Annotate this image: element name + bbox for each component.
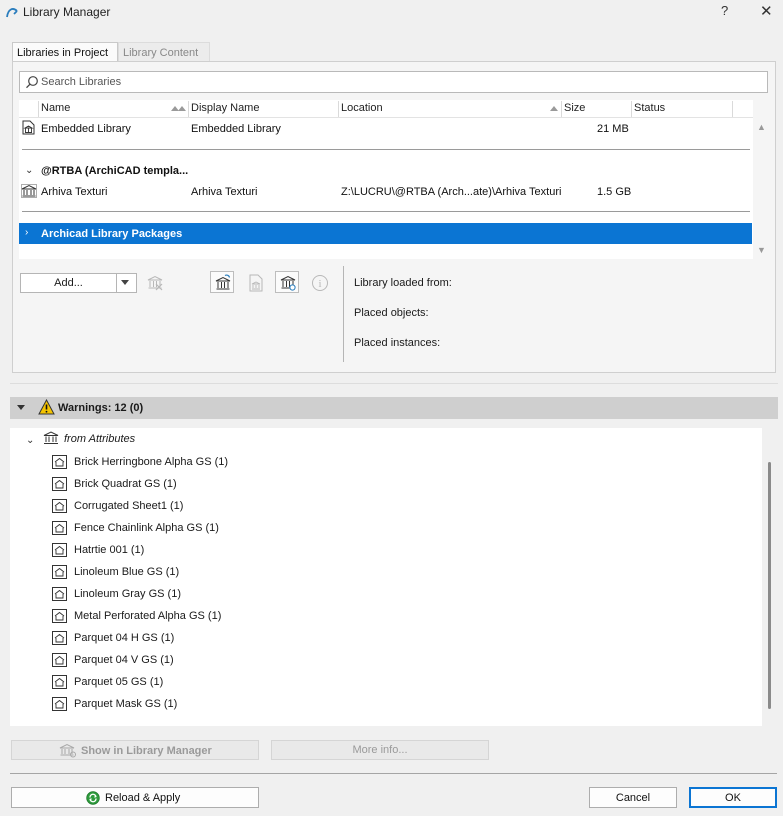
row-divider (22, 211, 750, 212)
warnings-scrollbar[interactable] (768, 462, 771, 709)
column-separator (732, 101, 733, 117)
add-dropdown-divider (116, 274, 117, 292)
remove-library-icon (147, 275, 163, 291)
row-display-name: Arhiva Texturi (191, 186, 258, 198)
column-separator (631, 101, 632, 117)
reload-icon (86, 791, 100, 805)
library-loaded-from-label: Library loaded from: (354, 277, 452, 289)
cancel-button[interactable]: Cancel (589, 787, 677, 808)
placed-objects-label: Placed objects: (354, 307, 429, 319)
library-show-icon (59, 743, 76, 758)
texture-file-icon (52, 543, 67, 557)
library-packages-label: Archicad Library Packages (41, 228, 183, 240)
texture-file-icon (52, 521, 67, 535)
row-location: Z:\LUCRU\@RTBA (Arch...ate)\Arhiva Textu… (341, 186, 562, 198)
library-group-label[interactable]: @RTBA (ArchiCAD templa... (41, 165, 188, 177)
library-settings-button[interactable] (275, 271, 299, 293)
tab-library-content[interactable]: Library Content (118, 42, 210, 62)
column-separator (338, 101, 339, 117)
linked-library-icon (21, 184, 37, 198)
add-library-label: Add... (54, 277, 83, 289)
warnings-count-label: Warnings: 12 (0) (58, 402, 144, 414)
library-settings-icon (280, 275, 296, 291)
tab-libraries-in-project[interactable]: Libraries in Project (12, 42, 118, 62)
window-title: Library Manager (23, 5, 111, 19)
panel-divider (10, 383, 778, 384)
column-header-display-name[interactable]: Display Name (191, 102, 259, 114)
scroll-up-icon[interactable]: ▲ (757, 122, 766, 132)
library-file-icon (249, 274, 263, 292)
row-display-name: Embedded Library (191, 123, 281, 135)
info-button[interactable]: i (307, 271, 331, 293)
column-header-name[interactable]: Name (41, 102, 70, 114)
column-separator (188, 101, 189, 117)
column-separator (561, 101, 562, 117)
warning-item-label: Fence Chainlink Alpha GS (1) (74, 522, 219, 534)
search-icon (26, 76, 38, 89)
warning-item-label: Parquet 05 GS (1) (74, 676, 164, 688)
footer-divider (10, 773, 777, 774)
column-header-size[interactable]: Size (564, 102, 585, 114)
warning-icon (38, 399, 55, 415)
texture-file-icon (52, 697, 67, 711)
help-button[interactable]: ? (721, 3, 728, 18)
dropdown-arrow-icon[interactable] (121, 280, 129, 285)
texture-file-icon (52, 565, 67, 579)
scroll-down-icon[interactable]: ▼ (757, 245, 766, 255)
more-info-button[interactable]: More info... (271, 740, 489, 760)
archicad-logo-icon (6, 8, 18, 18)
collapse-caret-icon[interactable] (17, 405, 25, 410)
embedded-library-icon (22, 120, 35, 135)
svg-text:i: i (318, 278, 321, 290)
title-bar (0, 0, 783, 24)
library-file-button[interactable] (243, 271, 267, 293)
library-reload-icon (215, 274, 231, 290)
texture-file-icon (52, 587, 67, 601)
show-in-library-manager-label: Show in Library Manager (81, 745, 212, 757)
warning-item-label: Corrugated Sheet1 (1) (74, 500, 184, 512)
column-header-location[interactable]: Location (341, 102, 383, 114)
library-icon (43, 431, 59, 444)
sort-arrow-icon (178, 106, 186, 111)
texture-file-icon (52, 653, 67, 667)
chevron-down-icon[interactable]: ⌄ (25, 165, 33, 176)
row-name[interactable]: Arhiva Texturi (41, 186, 107, 198)
chevron-down-icon[interactable]: ⌄ (26, 435, 34, 446)
row-divider (22, 149, 750, 150)
reload-apply-button[interactable]: Reload & Apply (11, 787, 259, 808)
texture-file-icon (52, 675, 67, 689)
texture-file-icon (52, 609, 67, 623)
warning-item-label: Hatrtie 001 (1) (74, 544, 145, 556)
texture-file-icon (52, 631, 67, 645)
row-name[interactable]: Embedded Library (41, 123, 131, 135)
column-header-status[interactable]: Status (634, 102, 665, 114)
texture-file-icon (52, 477, 67, 491)
search-input[interactable] (41, 73, 761, 91)
reload-library-button[interactable] (210, 271, 234, 293)
row-size: 21 MB (597, 123, 629, 135)
warning-item-label: Parquet 04 V GS (1) (74, 654, 174, 666)
warning-item-label: Parquet Mask GS (1) (74, 698, 178, 710)
chevron-right-icon[interactable]: › (25, 227, 28, 238)
info-icon: i (312, 275, 328, 291)
reload-apply-label: Reload & Apply (105, 792, 181, 804)
sort-arrow-icon (550, 106, 558, 111)
placed-instances-label: Placed instances: (354, 337, 441, 349)
remove-library-button[interactable] (142, 271, 166, 293)
column-separator (38, 101, 39, 117)
close-button[interactable]: ✕ (760, 2, 773, 20)
texture-file-icon (52, 499, 67, 513)
warning-item-label: Linoleum Gray GS (1) (74, 588, 181, 600)
warning-item-label: Parquet 04 H GS (1) (74, 632, 175, 644)
warning-item-label: Brick Herringbone Alpha GS (1) (74, 456, 229, 468)
info-divider (343, 266, 344, 362)
show-in-library-manager-button[interactable]: Show in Library Manager (11, 740, 259, 760)
row-size: 1.5 GB (597, 186, 632, 198)
texture-file-icon (52, 455, 67, 469)
warning-group-label[interactable]: from Attributes (64, 433, 135, 445)
ok-button[interactable]: OK (689, 787, 777, 808)
warning-item-label: Linoleum Blue GS (1) (74, 566, 180, 578)
warning-item-label: Brick Quadrat GS (1) (74, 478, 177, 490)
warning-item-label: Metal Perforated Alpha GS (1) (74, 610, 222, 622)
